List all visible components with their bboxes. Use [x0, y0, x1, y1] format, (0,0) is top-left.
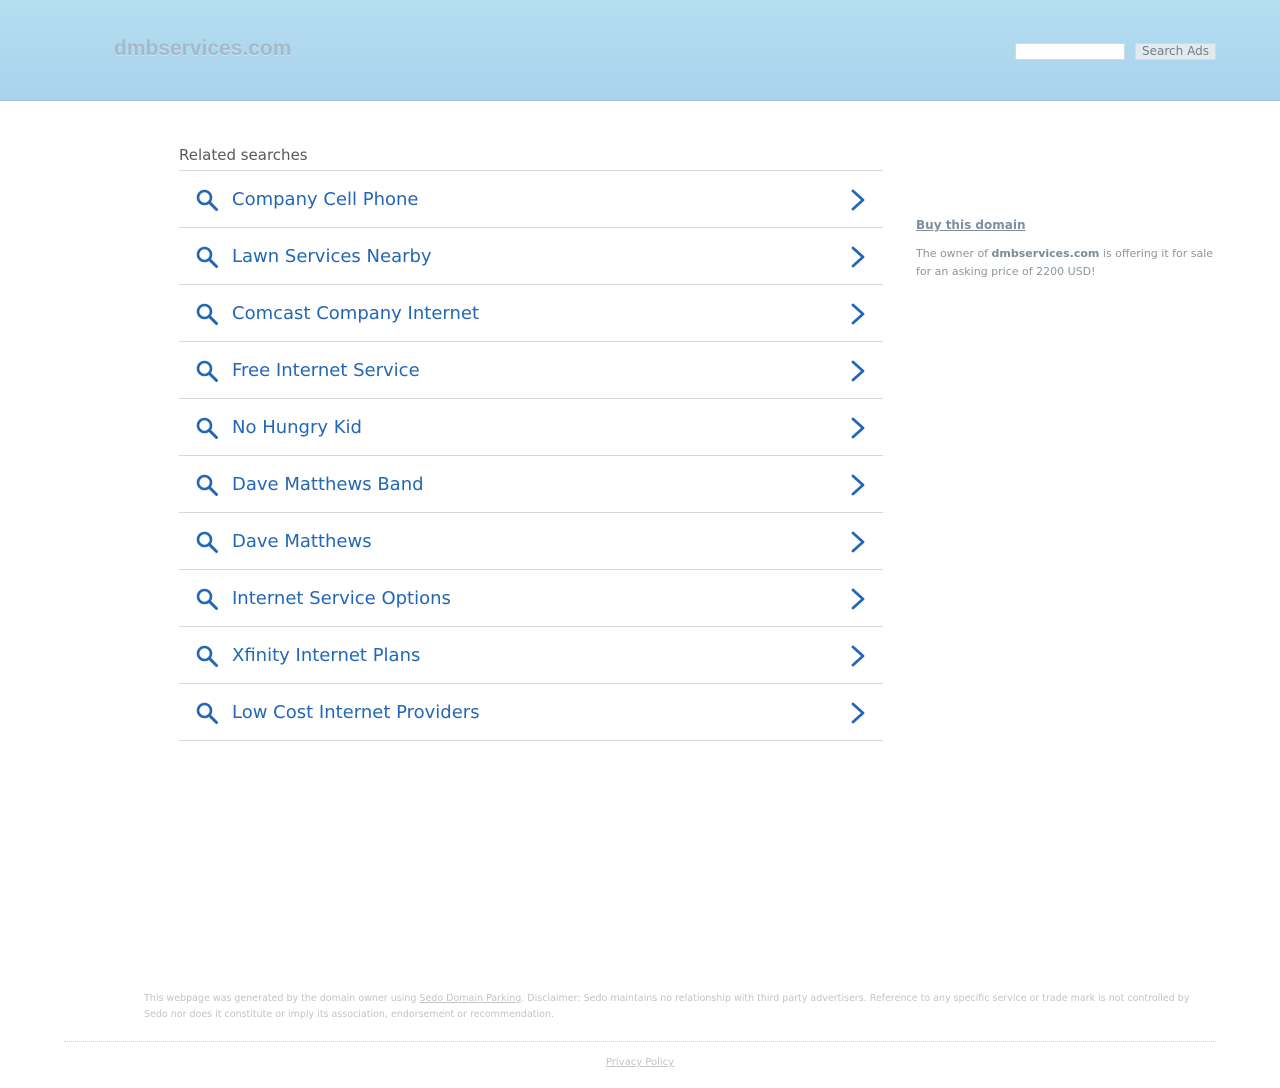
search-icon	[195, 245, 219, 269]
related-searches-list: Company Cell Phone Lawn Services Nearby Co…	[179, 170, 883, 741]
disclaimer-prefix: This webpage was generated by the domain…	[144, 993, 420, 1004]
related-search-item[interactable]: No Hungry Kid	[179, 399, 883, 456]
search-icon	[195, 587, 219, 611]
chevron-right-icon	[848, 588, 868, 610]
chevron-right-icon	[848, 189, 868, 211]
related-search-label[interactable]: Free Internet Service	[232, 359, 420, 383]
related-search-label[interactable]: Xfinity Internet Plans	[232, 644, 420, 668]
related-search-label[interactable]: Internet Service Options	[232, 587, 451, 611]
related-search-label[interactable]: Company Cell Phone	[232, 188, 418, 212]
footer-divider	[64, 1041, 1216, 1042]
search-icon	[195, 359, 219, 383]
chevron-right-icon	[848, 246, 868, 268]
related-search-item[interactable]: Comcast Company Internet	[179, 285, 883, 342]
site-logo[interactable]: dmbservices.com	[114, 37, 291, 61]
related-search-item[interactable]: Dave Matthews Band	[179, 456, 883, 513]
sale-text-prefix: The owner of	[916, 247, 992, 260]
sedo-parking-link[interactable]: Sedo Domain Parking	[419, 993, 521, 1004]
header-bar: dmbservices.com Search Ads	[0, 0, 1280, 101]
search-icon	[195, 530, 219, 554]
related-search-label[interactable]: No Hungry Kid	[232, 416, 362, 440]
related-search-item[interactable]: Low Cost Internet Providers	[179, 684, 883, 741]
related-search-label[interactable]: Lawn Services Nearby	[232, 245, 432, 269]
chevron-right-icon	[848, 417, 868, 439]
related-search-item[interactable]: Company Cell Phone	[179, 171, 883, 228]
related-search-item[interactable]: Dave Matthews	[179, 513, 883, 570]
privacy-policy-link[interactable]: Privacy Policy	[0, 1057, 1280, 1068]
chevron-right-icon	[848, 531, 868, 553]
search-icon	[195, 473, 219, 497]
related-search-label[interactable]: Comcast Company Internet	[232, 302, 479, 326]
chevron-right-icon	[848, 303, 868, 325]
chevron-right-icon	[848, 702, 868, 724]
related-search-item[interactable]: Internet Service Options	[179, 570, 883, 627]
sale-description: The owner of dmbservices.com is offering…	[916, 245, 1226, 281]
search-input[interactable]	[1015, 43, 1125, 60]
chevron-right-icon	[848, 474, 868, 496]
search-icon	[195, 302, 219, 326]
search-icon	[195, 188, 219, 212]
sale-domain-name: dmbservices.com	[991, 247, 1100, 260]
search-icon	[195, 416, 219, 440]
related-search-item[interactable]: Lawn Services Nearby	[179, 228, 883, 285]
related-searches-title: Related searches	[179, 146, 308, 164]
search-ads-button[interactable]: Search Ads	[1135, 43, 1216, 60]
related-search-item[interactable]: Xfinity Internet Plans	[179, 627, 883, 684]
related-search-label[interactable]: Dave Matthews Band	[232, 473, 424, 497]
search-icon	[195, 644, 219, 668]
chevron-right-icon	[848, 360, 868, 382]
chevron-right-icon	[848, 645, 868, 667]
search-icon	[195, 701, 219, 725]
related-search-item[interactable]: Free Internet Service	[179, 342, 883, 399]
disclaimer: This webpage was generated by the domain…	[144, 991, 1194, 1023]
buy-domain-link[interactable]: Buy this domain	[916, 218, 1026, 232]
related-search-label[interactable]: Dave Matthews	[232, 530, 372, 554]
related-search-label[interactable]: Low Cost Internet Providers	[232, 701, 480, 725]
